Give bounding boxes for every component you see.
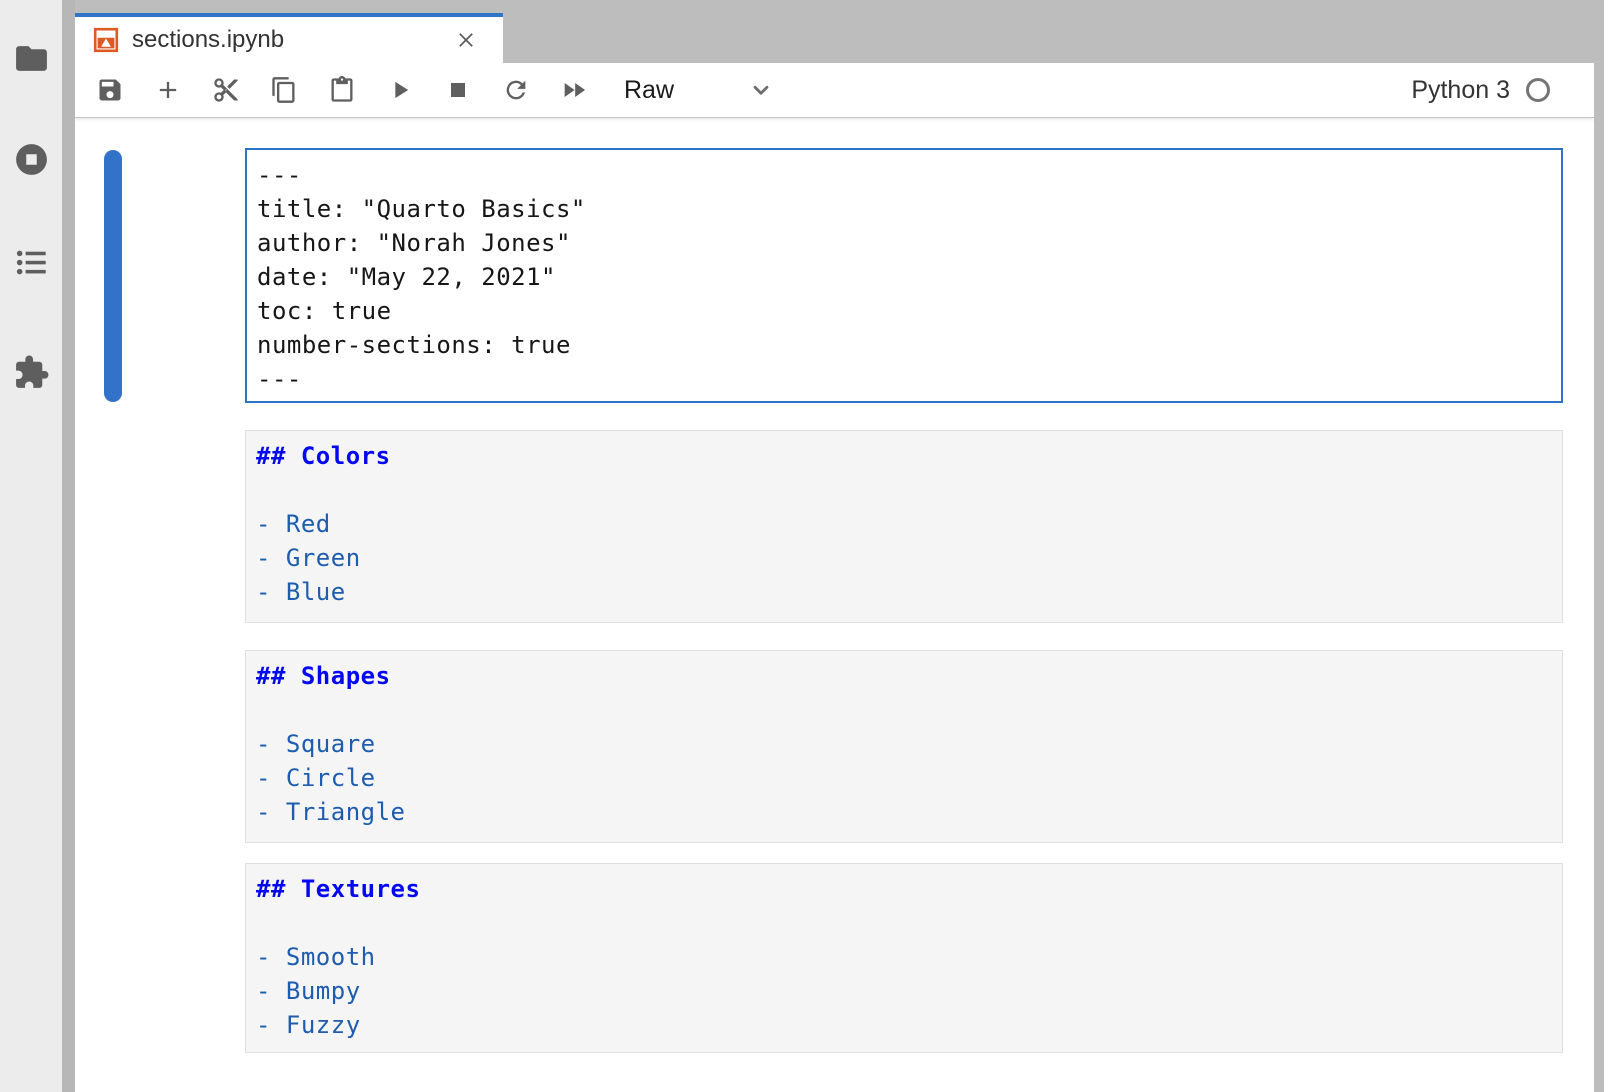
extension-manager-tab[interactable] bbox=[0, 341, 62, 403]
folder-icon bbox=[13, 40, 50, 77]
save-icon bbox=[96, 76, 124, 104]
md-blank-line bbox=[256, 906, 1552, 940]
md-list-item: - Blue bbox=[256, 575, 1552, 609]
markdown-cell-colors[interactable]: ## Colors - Red - Green - Blue bbox=[245, 430, 1563, 623]
scissors-icon bbox=[212, 76, 240, 104]
cell-type-dropdown[interactable]: Raw bbox=[624, 76, 774, 105]
run-all-cells-button[interactable] bbox=[560, 76, 588, 104]
activity-sidebar bbox=[0, 0, 62, 1092]
jupyterlab-window: sections.ipynb Raw bbox=[0, 0, 1604, 1092]
code-line: title: "Quarto Basics" bbox=[257, 192, 1551, 226]
restart-kernel-button[interactable] bbox=[502, 76, 530, 104]
kernel-area: Python 3 bbox=[1411, 76, 1594, 105]
play-icon bbox=[386, 76, 414, 104]
active-cell-collapser[interactable] bbox=[104, 150, 122, 402]
code-line: --- bbox=[257, 158, 1551, 192]
table-of-contents-tab[interactable] bbox=[0, 231, 62, 293]
tab-sections-ipynb[interactable]: sections.ipynb bbox=[75, 13, 503, 63]
notebook-toolbar: Raw Python 3 bbox=[75, 63, 1594, 118]
md-header: ## Textures bbox=[256, 872, 1552, 906]
cut-cells-button[interactable] bbox=[212, 76, 240, 104]
copy-cells-button[interactable] bbox=[270, 76, 298, 104]
md-list-item: - Bumpy bbox=[256, 974, 1552, 1008]
md-list-item: - Smooth bbox=[256, 940, 1552, 974]
notebook-file-icon bbox=[93, 27, 119, 53]
puzzle-icon bbox=[13, 354, 50, 391]
code-line: toc: true bbox=[257, 294, 1551, 328]
restart-icon bbox=[502, 76, 530, 104]
window-right-edge bbox=[1594, 0, 1604, 1092]
paste-cells-button[interactable] bbox=[328, 76, 356, 104]
tab-title: sections.ipynb bbox=[132, 26, 284, 54]
plus-icon bbox=[154, 76, 182, 104]
fast-forward-icon bbox=[560, 76, 588, 104]
md-list-item: - Green bbox=[256, 541, 1552, 575]
code-line: number-sections: true bbox=[257, 328, 1551, 362]
clipboard-icon bbox=[328, 76, 356, 104]
save-button[interactable] bbox=[96, 76, 124, 104]
code-line: date: "May 22, 2021" bbox=[257, 260, 1551, 294]
copy-icon bbox=[270, 76, 298, 104]
md-blank-line bbox=[256, 693, 1552, 727]
markdown-cell-shapes[interactable]: ## Shapes - Square - Circle - Triangle bbox=[245, 650, 1563, 843]
md-header: ## Shapes bbox=[256, 659, 1552, 693]
markdown-cell-textures[interactable]: ## Textures - Smooth - Bumpy - Fuzzy bbox=[245, 863, 1563, 1053]
chevron-down-icon bbox=[748, 77, 774, 103]
md-list-item: - Red bbox=[256, 507, 1552, 541]
stop-icon bbox=[444, 76, 472, 104]
raw-cell-frontmatter[interactable]: --- title: "Quarto Basics" author: "Nora… bbox=[245, 148, 1563, 403]
sidebar-divider bbox=[62, 0, 75, 1092]
md-blank-line bbox=[256, 473, 1552, 507]
kernel-status-icon[interactable] bbox=[1526, 78, 1550, 102]
code-line: author: "Norah Jones" bbox=[257, 226, 1551, 260]
interrupt-kernel-button[interactable] bbox=[444, 76, 472, 104]
list-icon bbox=[13, 244, 50, 281]
stop-circle-icon bbox=[13, 141, 50, 178]
md-list-item: - Circle bbox=[256, 761, 1552, 795]
code-line: --- bbox=[257, 362, 1551, 396]
insert-cell-button[interactable] bbox=[154, 76, 182, 104]
running-kernels-tab[interactable] bbox=[0, 128, 62, 190]
kernel-name-button[interactable]: Python 3 bbox=[1411, 76, 1510, 105]
close-tab-icon[interactable] bbox=[453, 27, 479, 53]
run-cell-button[interactable] bbox=[386, 76, 414, 104]
md-list-item: - Square bbox=[256, 727, 1552, 761]
md-header: ## Colors bbox=[256, 439, 1552, 473]
cell-type-value: Raw bbox=[624, 76, 674, 105]
file-browser-tab[interactable] bbox=[0, 27, 62, 89]
md-list-item: - Triangle bbox=[256, 795, 1552, 829]
md-list-item: - Fuzzy bbox=[256, 1008, 1552, 1042]
